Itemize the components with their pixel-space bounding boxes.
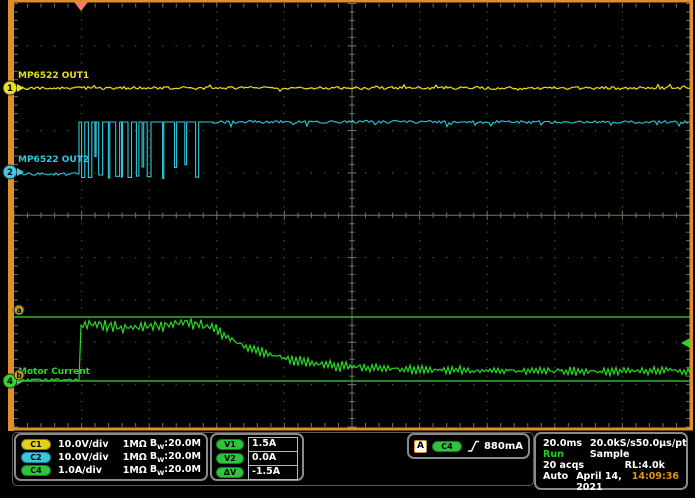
- acquisition-info-box[interactable]: 20.0ms 20.0kS/s 50.0µs/pt Run Sample 20 …: [534, 432, 688, 490]
- cursor-value-dv: -1.5A: [248, 465, 298, 480]
- channel-impedance-c2: 1MΩ: [123, 452, 147, 463]
- cursor-value-v2: 0.0A: [248, 451, 298, 466]
- cursor-row-v1[interactable]: V1 1.5A: [216, 437, 298, 451]
- svg-text:a: a: [16, 306, 21, 315]
- horizontal-readout-row: 20.0ms 20.0kS/s 50.0µs/pt: [543, 438, 679, 449]
- channel-scale-c1: 10.0V/div: [58, 439, 115, 450]
- channel-row-c4[interactable]: C4 1.0A/div 1MΩ BW:20.0M: [21, 464, 201, 476]
- acquisitions-row: 20 acqs RL:4.0k: [543, 460, 679, 471]
- record-length: RL:4.0k: [625, 460, 665, 471]
- cursor-badge-v1[interactable]: V1: [216, 439, 244, 450]
- cursor-badge-v2[interactable]: V2: [216, 453, 244, 464]
- time-value: 14:09:36: [632, 471, 679, 482]
- svg-text:b: b: [16, 371, 22, 380]
- acquisitions-count: 20 acqs: [543, 460, 584, 471]
- status-bar: C1 10.0V/div 1MΩ BW:20.0M C2 10.0V/div 1…: [0, 431, 695, 498]
- resolution-value: 50.0µs/pt: [636, 438, 687, 449]
- svg-text:4: 4: [7, 377, 13, 387]
- channel-badge-c4[interactable]: C4: [21, 465, 51, 476]
- run-state-row: Run Sample: [543, 449, 679, 460]
- channel-badge-c2[interactable]: C2: [21, 452, 51, 463]
- cursor-badge-dv[interactable]: ΔV: [216, 467, 244, 478]
- acquisition-mode: Sample: [590, 449, 630, 460]
- trigger-a-badge: A: [414, 440, 427, 453]
- channel-impedance-c1: 1MΩ: [123, 439, 147, 450]
- channel-row-c1[interactable]: C1 10.0V/div 1MΩ BW:20.0M: [21, 438, 201, 450]
- label-ch2: MP6522 OUT2: [18, 155, 89, 165]
- run-state: Run: [543, 449, 564, 460]
- trigger-source-badge[interactable]: C4: [432, 441, 462, 452]
- label-ch1: MP6522 OUT1: [18, 71, 89, 81]
- cursor-marker-a[interactable]: a: [14, 305, 24, 315]
- channel-bandwidth-c2: BW:20.0M: [150, 451, 201, 464]
- cursor-row-v2[interactable]: V2 0.0A: [216, 451, 298, 465]
- cursor-value-v1: 1.5A: [248, 437, 298, 452]
- svg-text:2: 2: [7, 168, 13, 178]
- channel-settings-box[interactable]: C1 10.0V/div 1MΩ BW:20.0M C2 10.0V/div 1…: [14, 433, 208, 481]
- channel-bandwidth-c4: BW:20.0M: [150, 464, 201, 477]
- trigger-mode: Auto: [543, 471, 568, 482]
- waveform-display[interactable]: MP6522 OUT1 MP6522 OUT2 Motor Current 1 2 4 a b: [0, 0, 695, 432]
- rising-edge-icon: [467, 439, 479, 453]
- oscilloscope-screen: MP6522 OUT1 MP6522 OUT2 Motor Current 1 2 4 a b…: [0, 0, 695, 498]
- sample-rate-value: 20.0kS/s: [590, 438, 636, 449]
- trigger-level-value: 880mA: [484, 441, 523, 452]
- cursor-row-dv[interactable]: ΔV -1.5A: [216, 465, 298, 479]
- datetime-row: Auto April 14, 2021 14:09:36: [543, 471, 679, 493]
- cursor-marker-b[interactable]: b: [14, 370, 24, 380]
- channel-badge-c1[interactable]: C1: [21, 439, 51, 450]
- channel-impedance-c4: 1MΩ: [123, 465, 147, 476]
- svg-text:1: 1: [7, 84, 13, 94]
- channel-row-c2[interactable]: C2 10.0V/div 1MΩ BW:20.0M: [21, 451, 201, 463]
- cursor-readout-box[interactable]: V1 1.5A V2 0.0A ΔV -1.5A: [210, 433, 304, 481]
- timebase-value: 20.0ms: [543, 438, 582, 449]
- channel-scale-c4: 1.0A/div: [58, 465, 115, 476]
- date-value: April 14, 2021: [576, 471, 632, 493]
- label-ch4: Motor Current: [18, 367, 91, 377]
- trigger-box[interactable]: A C4 880mA: [407, 433, 530, 459]
- channel-scale-c2: 10.0V/div: [58, 452, 115, 463]
- channel-bandwidth-c1: BW:20.0M: [150, 438, 201, 451]
